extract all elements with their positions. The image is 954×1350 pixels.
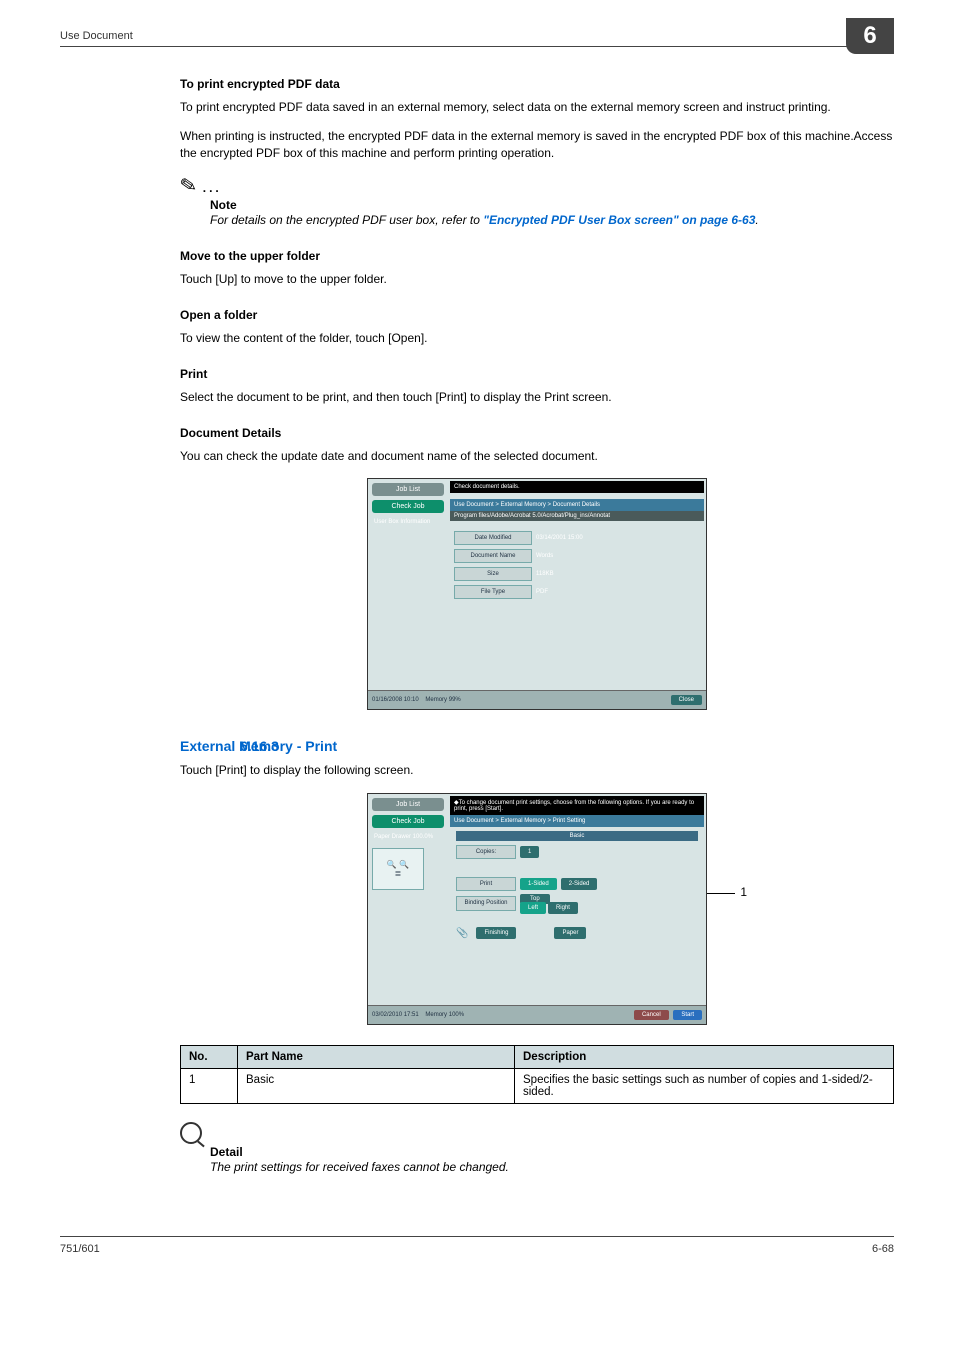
document-details-screenshot: Job List Check Job User Box Information …: [367, 478, 707, 710]
date-modified-value: 03/14/2001 15:00: [536, 535, 583, 541]
breadcrumb: Use Document > External Memory > Print S…: [450, 815, 704, 827]
date-modified-label: Date Modified: [454, 531, 532, 545]
parts-table: No. Part Name Description 1 Basic Specif…: [180, 1045, 894, 1104]
title-bar: ◆To change document print settings, choo…: [450, 796, 704, 815]
document-name-value: Words: [536, 553, 553, 559]
note-pre: For details on the encrypted PDF user bo…: [210, 213, 483, 227]
note-block: ✎... Note For details on the encrypted P…: [180, 173, 894, 229]
heading-move: Move to the upper folder: [180, 249, 894, 263]
heading-open: Open a folder: [180, 308, 894, 322]
bind-right-button[interactable]: Right: [548, 902, 578, 914]
heading-encrypted: To print encrypted PDF data: [180, 77, 894, 91]
paper-button[interactable]: Paper: [554, 927, 586, 939]
details-p: You can check the update date and docume…: [180, 448, 894, 465]
chapter-badge: 6: [846, 18, 894, 54]
two-sided-button[interactable]: 2-Sided: [561, 878, 598, 890]
sidebar-userbox: User Box Information: [374, 519, 442, 525]
timestamp: 03/02/2010 17:51: [372, 1012, 419, 1018]
close-button[interactable]: Close: [671, 695, 702, 705]
heading-details: Document Details: [180, 426, 894, 440]
encrypted-p2: When printing is instructed, the encrypt…: [180, 128, 894, 162]
col-no-header: No.: [181, 1046, 238, 1069]
col-desc-header: Description: [515, 1046, 894, 1069]
note-dots: ...: [203, 181, 222, 195]
sidebar-paper: Paper Drawer 100.0%: [374, 834, 442, 840]
move-p: Touch [Up] to move to the upper folder.: [180, 271, 894, 288]
finishing-icon: 📎: [456, 928, 468, 939]
note-post: .: [755, 213, 758, 227]
footer-left: 751/601: [60, 1243, 100, 1255]
check-job-tab[interactable]: Check Job: [372, 500, 444, 513]
print-setting-screenshot: 1 Job List Check Job Paper Drawer 100.0%…: [367, 793, 707, 1025]
table-row: 1 Basic Specifies the basic settings suc…: [181, 1069, 894, 1104]
breadcrumb: Use Document > External Memory > Documen…: [450, 499, 704, 511]
memory-indicator: Memory 100%: [425, 1012, 464, 1018]
magnifier-icon: [180, 1122, 202, 1144]
note-link[interactable]: "Encrypted PDF User Box screen" on page …: [483, 213, 755, 227]
size-value: 118KB: [536, 571, 554, 577]
pencil-icon: ✎: [178, 172, 199, 200]
bind-left-button[interactable]: Left: [520, 902, 546, 914]
col-name-header: Part Name: [238, 1046, 515, 1069]
timestamp: 01/16/2008 10:10: [372, 697, 419, 703]
heading-print: Print: [180, 367, 894, 381]
job-list-tab[interactable]: Job List: [372, 798, 444, 811]
basic-tab[interactable]: Basic: [456, 831, 698, 841]
footer-right: 6-68: [872, 1243, 894, 1255]
row-name: Basic: [238, 1069, 515, 1104]
one-sided-button[interactable]: 1-Sided: [520, 878, 557, 890]
title-bar: Check document details.: [450, 481, 704, 493]
section-p: Touch [Print] to display the following s…: [180, 762, 894, 779]
binding-label: Binding Position: [456, 896, 516, 911]
file-type-label: File Type: [454, 585, 532, 599]
open-p: To view the content of the folder, touch…: [180, 330, 894, 347]
running-header: Use Document: [60, 30, 894, 47]
file-type-value: PDF: [536, 589, 548, 595]
preview-thumbnail: 🔍 🔍 ≣: [372, 848, 424, 890]
finishing-button[interactable]: Finishing: [476, 927, 516, 939]
note-label: Note: [210, 198, 894, 212]
detail-block: Detail The print settings for received f…: [180, 1122, 894, 1176]
memory-indicator: Memory 99%: [425, 697, 460, 703]
zoom-icon: 🔍 🔍: [387, 860, 409, 869]
detail-label: Detail: [210, 1145, 894, 1159]
check-job-tab[interactable]: Check Job: [372, 815, 444, 828]
page-icon: ≣: [395, 869, 402, 878]
copies-value[interactable]: 1: [520, 846, 539, 858]
section-number: 6.16.3: [240, 738, 279, 754]
note-text: For details on the encrypted PDF user bo…: [210, 212, 894, 229]
document-name-label: Document Name: [454, 549, 532, 563]
encrypted-p1: To print encrypted PDF data saved in an …: [180, 99, 894, 116]
print-label: Print: [456, 877, 516, 891]
job-list-tab[interactable]: Job List: [372, 483, 444, 496]
print-p: Select the document to be print, and the…: [180, 389, 894, 406]
cancel-button[interactable]: Cancel: [634, 1010, 669, 1020]
start-button[interactable]: Start: [673, 1010, 702, 1020]
path-bar: Program files/Adobe/Acrobat 5.0/Acrobat/…: [450, 511, 704, 521]
row-no: 1: [181, 1069, 238, 1104]
detail-text: The print settings for received faxes ca…: [210, 1159, 894, 1176]
row-desc: Specifies the basic settings such as num…: [515, 1069, 894, 1104]
size-label: Size: [454, 567, 532, 581]
callout-number: 1: [740, 885, 747, 899]
copies-label: Copies:: [456, 845, 516, 859]
